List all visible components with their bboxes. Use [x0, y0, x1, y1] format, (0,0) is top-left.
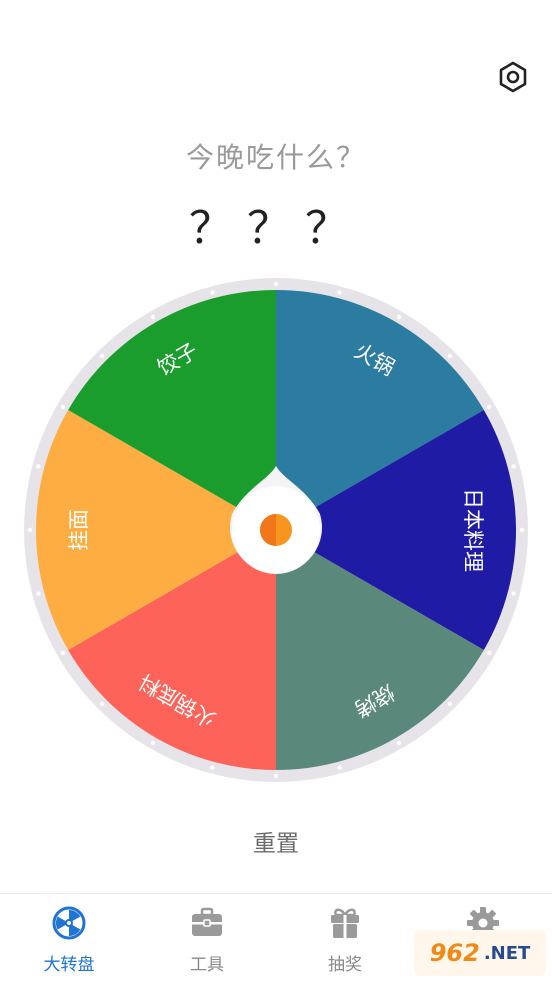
rim-dot — [60, 650, 66, 656]
rim-dot — [337, 765, 342, 770]
rim-dot — [486, 650, 492, 656]
wheel-svg: 火锅日本料理烧烤火锅底料挂面饺子 — [24, 278, 528, 782]
settings-button[interactable] — [496, 60, 530, 94]
tab-label: 工具 — [190, 955, 224, 975]
rim-dot — [396, 740, 402, 746]
rim-dot — [273, 773, 279, 779]
hexagon-settings-icon — [499, 61, 527, 93]
rim-dot — [511, 591, 516, 596]
rim-dot — [447, 701, 453, 707]
rim-dot — [273, 281, 279, 287]
rim-dot — [337, 290, 342, 295]
rim-dot — [519, 527, 525, 533]
question-text: 今晚吃什么？ — [185, 141, 366, 174]
rim-dot — [36, 464, 41, 469]
wheel-segment-label: 日本料理 — [461, 488, 485, 572]
gift-icon — [331, 908, 359, 938]
watermark-net: .NET — [483, 942, 531, 964]
rim-dot — [486, 404, 492, 410]
rim-dot — [396, 314, 402, 320]
result-text: ？？？ — [189, 203, 363, 254]
rim-dot — [36, 591, 41, 596]
rim-dot — [60, 404, 66, 410]
wheel-segment-label: 挂面 — [67, 509, 91, 551]
reset-button[interactable]: 重置 — [0, 824, 552, 858]
tab-label: 抽奖 — [328, 955, 362, 975]
rim-dot — [99, 353, 105, 359]
rim-dot — [511, 464, 516, 469]
watermark-number: 962 — [429, 939, 480, 967]
wheel-icon — [52, 906, 86, 940]
rim-dot — [150, 314, 156, 320]
rim-dot — [210, 290, 215, 295]
tab-label: 大转盘 — [43, 955, 95, 975]
tab-lottery[interactable]: 抽奖 — [276, 894, 414, 982]
tab-tools[interactable]: 工具 — [138, 894, 276, 982]
rim-dot — [99, 701, 105, 707]
prize-wheel[interactable]: 火锅 日本料理 烧烤 火锅底料 挂面 饺子 — [24, 278, 528, 782]
rim-dot — [447, 353, 453, 359]
rim-dot — [150, 740, 156, 746]
toolbox-icon — [192, 907, 222, 936]
rim-dot — [210, 765, 215, 770]
rim-dot — [27, 527, 33, 533]
tab-wheel[interactable]: 大转盘 — [0, 894, 138, 982]
watermark-logo: 962 .NET — [414, 930, 546, 976]
